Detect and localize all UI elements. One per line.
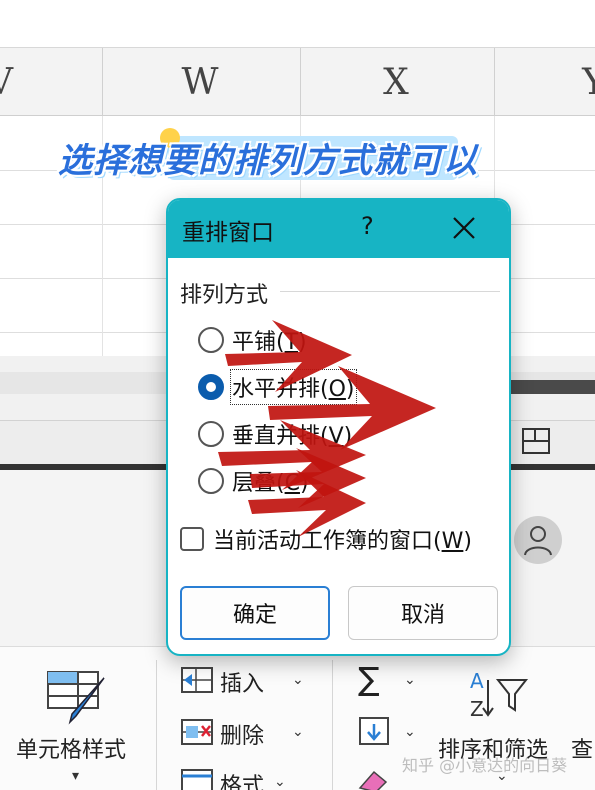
instruction-banner: 选择想要的排列方式就可以 xyxy=(58,140,478,181)
dialog-title: 重排窗口 xyxy=(182,220,274,246)
dialog-titlebar[interactable]: 重排窗口 ? xyxy=(168,200,509,258)
help-button[interactable]: ? xyxy=(361,212,374,240)
arrange-group-label: 排列方式 xyxy=(180,283,269,308)
format-icon[interactable] xyxy=(180,768,214,790)
radio-horizontal[interactable]: 水平并排(O) xyxy=(198,369,357,405)
radio-vertical[interactable]: 垂直并排(V) xyxy=(198,417,352,451)
chevron-down-icon[interactable]: ⌄ xyxy=(404,724,416,740)
group-divider xyxy=(280,291,500,292)
ribbon-separator xyxy=(332,660,333,790)
active-workbook-checkbox[interactable] xyxy=(180,527,204,551)
insert-icon[interactable] xyxy=(180,666,214,694)
top-strip xyxy=(0,0,595,48)
radio-button[interactable] xyxy=(198,468,224,494)
find-label[interactable]: 查 xyxy=(571,732,593,764)
column-separator xyxy=(102,48,103,116)
radio-button[interactable] xyxy=(198,421,224,447)
user-avatar-icon[interactable] xyxy=(514,516,562,564)
column-header-row: V W X Y xyxy=(0,48,595,116)
cell-style-icon[interactable] xyxy=(46,668,108,726)
active-workbook-checkbox-row[interactable]: 当前活动工作簿的窗口(W) xyxy=(180,522,472,556)
chevron-down-icon[interactable]: ▾ xyxy=(72,768,79,784)
person-icon xyxy=(524,526,552,556)
delete-label[interactable]: 删除 xyxy=(220,718,264,750)
window-titlebar-fragment xyxy=(500,380,595,394)
radio-horizontal-label: 水平并排(O) xyxy=(230,369,357,405)
radio-cascade[interactable]: 层叠(C) xyxy=(198,464,309,498)
radio-cascade-label: 层叠(C) xyxy=(232,471,309,496)
chevron-down-icon[interactable]: ⌄ xyxy=(292,672,304,688)
radio-tiled[interactable]: 平铺(T) xyxy=(198,323,307,357)
column-header-y[interactable]: Y xyxy=(574,48,595,116)
column-header-v[interactable]: V xyxy=(0,48,20,116)
svg-text:A: A xyxy=(470,669,484,693)
radio-button-selected[interactable] xyxy=(198,374,224,400)
clear-icon[interactable] xyxy=(356,768,390,790)
fill-icon[interactable] xyxy=(358,716,390,746)
cell-style-label[interactable]: 单元格样式 xyxy=(16,732,126,764)
watermark: 知乎 @小意达的向日葵 xyxy=(402,756,568,775)
close-icon[interactable] xyxy=(450,214,478,242)
format-label[interactable]: 格式 xyxy=(220,768,264,790)
arrange-windows-dialog: 重排窗口 ? 排列方式 平铺(T) 水平并排(O) 垂直并排(V) 层叠(C) … xyxy=(166,198,511,656)
column-separator xyxy=(300,48,301,116)
column-separator xyxy=(494,48,495,116)
active-workbook-label: 当前活动工作簿的窗口(W) xyxy=(213,529,472,554)
delete-icon[interactable] xyxy=(180,718,214,746)
svg-text:Z: Z xyxy=(470,697,484,721)
cancel-button[interactable]: 取消 xyxy=(348,586,498,640)
column-header-x[interactable]: X xyxy=(356,48,436,116)
radio-vertical-label: 垂直并排(V) xyxy=(232,424,353,449)
radio-tiled-label: 平铺(T) xyxy=(232,330,307,355)
layout-icon[interactable] xyxy=(522,428,550,454)
insert-label[interactable]: 插入 xyxy=(220,666,264,698)
chevron-down-icon[interactable]: ⌄ xyxy=(274,774,286,790)
sort-filter-icon[interactable]: A Z xyxy=(466,668,530,722)
sum-icon[interactable]: ∑ xyxy=(358,660,380,698)
radio-button[interactable] xyxy=(198,327,224,353)
chevron-down-icon[interactable]: ⌄ xyxy=(404,672,416,688)
ribbon-separator xyxy=(156,660,157,790)
column-header-w[interactable]: W xyxy=(160,48,240,116)
ok-button[interactable]: 确定 xyxy=(180,586,330,640)
chevron-down-icon[interactable]: ⌄ xyxy=(292,724,304,740)
